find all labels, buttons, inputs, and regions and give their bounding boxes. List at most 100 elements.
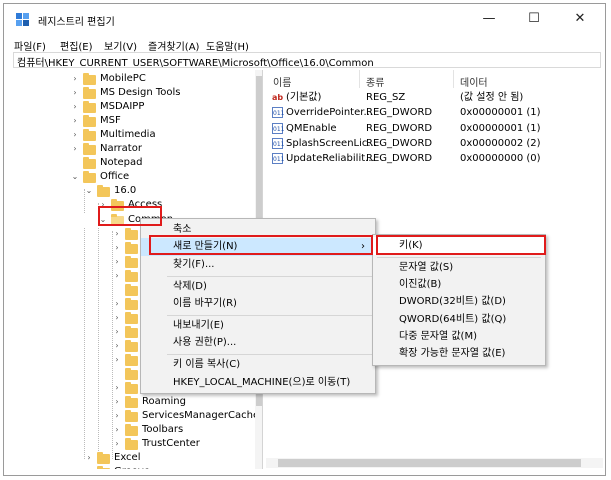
- value-data: 0x00000001 (1): [460, 107, 541, 119]
- expand-arrow-icon[interactable]: ›: [85, 454, 93, 462]
- expand-arrow-icon[interactable]: ›: [113, 426, 121, 434]
- column-divider[interactable]: [359, 70, 360, 88]
- list-scroll-thumb[interactable]: [278, 459, 581, 467]
- column-header-type[interactable]: 종류: [366, 74, 384, 89]
- tree-node[interactable]: › MobilePC: [13, 72, 253, 86]
- column-header-data[interactable]: 데이터: [460, 74, 488, 89]
- expand-arrow-icon[interactable]: ›: [113, 229, 121, 238]
- folder-icon: [125, 227, 138, 240]
- submenu-item-string[interactable]: 문자열 값(S): [373, 259, 545, 277]
- tree-node[interactable]: › Excel: [13, 451, 253, 465]
- submenu-item-multi-string[interactable]: 다중 문자열 값(M): [373, 328, 545, 346]
- menu-item-copy-key-name[interactable]: 키 이름 복사(C): [141, 356, 375, 374]
- expand-arrow-icon[interactable]: ›: [113, 341, 121, 350]
- expand-arrow-icon[interactable]: ›: [71, 89, 79, 97]
- close-icon[interactable]: ✕: [560, 8, 600, 30]
- menu-item-rename[interactable]: 이름 바꾸기(R): [141, 295, 375, 313]
- expand-arrow-icon[interactable]: ›: [113, 356, 121, 364]
- submenu-item-binary[interactable]: 이진값(B): [373, 276, 545, 294]
- maximize-icon[interactable]: ☐: [514, 8, 554, 30]
- minimize-icon[interactable]: —: [469, 8, 509, 30]
- value-row[interactable]: 011 SplashScreenLic... REG_DWORD 0x00000002…: [272, 137, 597, 151]
- value-row[interactable]: 011 OverridePointer... REG_DWORD 0x00000001…: [272, 106, 597, 120]
- tree-node-label: Narrator: [100, 143, 142, 155]
- expand-arrow-icon[interactable]: ›: [113, 257, 121, 266]
- tree-node[interactable]: › Groove: [13, 465, 253, 469]
- menu-favorites[interactable]: 즐겨찾기(A): [148, 38, 199, 53]
- expand-arrow-icon[interactable]: ›: [71, 75, 79, 83]
- tree-node[interactable]: ⌄ Office: [13, 170, 253, 184]
- value-type: REG_DWORD: [366, 137, 433, 149]
- tree-node[interactable]: › Narrator: [13, 142, 253, 156]
- expand-arrow-icon[interactable]: ›: [71, 103, 79, 111]
- address-bar[interactable]: 컴퓨터\HKEY_CURRENT_USER\SOFTWARE\Microsoft…: [13, 52, 601, 68]
- folder-icon: [125, 339, 138, 352]
- menu-help[interactable]: 도움말(H): [206, 38, 249, 53]
- value-type: REG_DWORD: [366, 122, 433, 134]
- tree-node-label: MobilePC: [100, 73, 146, 84]
- menu-item-export[interactable]: 내보내기(E): [141, 317, 375, 335]
- value-type: REG_DWORD: [366, 153, 433, 165]
- collapse-arrow-icon[interactable]: ⌄: [71, 173, 79, 181]
- tree-node[interactable]: ⌄ 16.0: [13, 184, 253, 198]
- tree-node-label: Multimedia: [100, 129, 156, 141]
- registry-editor-icon: [16, 13, 29, 26]
- folder-icon: [125, 368, 138, 381]
- menu-item-find[interactable]: 찾기(F)...: [141, 256, 375, 274]
- tree-node[interactable]: › MS Design Tools: [13, 86, 253, 100]
- expand-arrow-icon[interactable]: [71, 159, 79, 167]
- column-header-name[interactable]: 이름: [273, 74, 291, 89]
- menu-view[interactable]: 보기(V): [104, 38, 137, 53]
- expand-arrow-icon[interactable]: ›: [113, 313, 121, 322]
- expand-arrow-icon[interactable]: ›: [113, 398, 121, 406]
- tree-node[interactable]: › Toolbars: [13, 423, 253, 437]
- folder-icon: [125, 255, 138, 268]
- expand-arrow-icon[interactable]: ›: [71, 131, 79, 139]
- menu-item-permissions[interactable]: 사용 권한(P)...: [141, 334, 375, 352]
- folder-icon: [125, 438, 138, 451]
- annotation-box-key: [376, 235, 546, 255]
- menu-item-goto-hklm[interactable]: HKEY_LOCAL_MACHINE(으)로 이동(T): [141, 374, 375, 392]
- annotation-box-common: [98, 206, 162, 226]
- menu-separator: [377, 257, 541, 258]
- expand-arrow-icon[interactable]: ›: [113, 299, 121, 308]
- expand-arrow-icon[interactable]: ›: [71, 117, 79, 125]
- value-row[interactable]: 011 UpdateReliabilit... REG_DWORD 0x0000000…: [272, 152, 597, 166]
- expand-arrow-icon[interactable]: ›: [113, 384, 121, 392]
- menu-item-delete[interactable]: 삭제(D): [141, 278, 375, 296]
- column-divider[interactable]: [453, 70, 454, 88]
- tree-node[interactable]: Notepad: [13, 156, 253, 170]
- value-row[interactable]: ab (기본값) REG_SZ (값 설정 안 됨): [272, 91, 597, 105]
- menu-file[interactable]: 파일(F): [14, 38, 46, 53]
- folder-icon: [83, 73, 96, 85]
- menu-edit[interactable]: 편집(E): [60, 38, 93, 53]
- expand-arrow-icon[interactable]: ›: [71, 145, 79, 153]
- collapse-arrow-icon[interactable]: ⌄: [85, 187, 93, 195]
- submenu-item-dword[interactable]: DWORD(32비트) 값(D): [373, 293, 545, 311]
- value-name: SplashScreenLic...: [286, 137, 377, 149]
- tree-node[interactable]: › MSDAIPP: [13, 100, 253, 114]
- expand-arrow-icon[interactable]: ›: [85, 468, 93, 469]
- binary-value-icon: 011: [272, 107, 284, 119]
- value-type: REG_DWORD: [366, 107, 433, 119]
- expand-arrow-icon[interactable]: ›: [113, 412, 121, 420]
- tree-node[interactable]: › Multimedia: [13, 128, 253, 142]
- expand-arrow-icon[interactable]: ›: [113, 327, 121, 336]
- submenu-item-qword[interactable]: QWORD(64비트) 값(Q): [373, 311, 545, 329]
- expand-arrow-icon[interactable]: ›: [113, 440, 121, 448]
- tree-node[interactable]: › ServicesManagerCache: [13, 409, 259, 423]
- folder-icon: [125, 241, 138, 254]
- expand-arrow-icon[interactable]: ›: [113, 243, 121, 252]
- value-row[interactable]: 011 QMEnable REG_DWORD 0x00000001 (1): [272, 122, 597, 136]
- tree-node[interactable]: › TrustCenter: [13, 437, 253, 451]
- expand-arrow-icon[interactable]: ›: [113, 271, 121, 280]
- expand-arrow-icon[interactable]: [113, 286, 121, 294]
- tree-node[interactable]: › Roaming: [13, 395, 253, 409]
- menu-separator: [167, 354, 373, 355]
- expand-arrow-icon[interactable]: [113, 370, 121, 378]
- folder-icon: [125, 382, 138, 395]
- tree-node-label: Excel: [114, 452, 141, 464]
- tree-node[interactable]: › MSF: [13, 114, 253, 128]
- folder-icon: [83, 171, 96, 184]
- submenu-item-expand-string[interactable]: 확장 가능한 문자열 값(E): [373, 345, 545, 363]
